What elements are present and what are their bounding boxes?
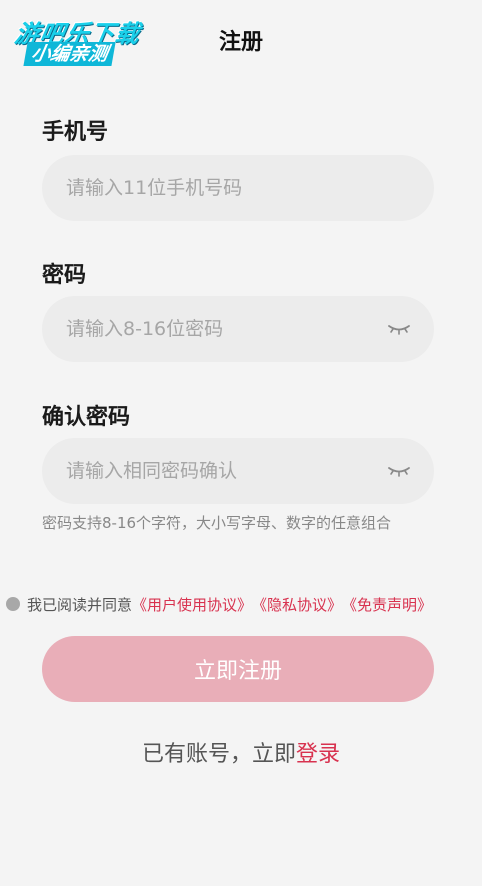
eye-closed-icon [388, 325, 410, 335]
password-visibility-toggle[interactable] [386, 318, 412, 340]
phone-input[interactable] [66, 155, 366, 221]
page-title: 注册 [218, 30, 263, 55]
password-label: 密码 [42, 263, 87, 288]
confirm-password-label: 确认密码 [42, 405, 131, 430]
user-agreement-link[interactable]: 《用户使用协议》 [132, 594, 252, 615]
phone-field[interactable] [42, 155, 434, 221]
header: 游吧乐下载 小编亲测 注册 [0, 0, 482, 80]
register-button[interactable]: 立即注册 [42, 636, 434, 702]
password-hint: 密码支持8-16个字符，大小写字母、数字的任意组合 [42, 514, 392, 532]
confirm-password-visibility-toggle[interactable] [386, 460, 412, 482]
password-field[interactable] [42, 296, 434, 362]
confirm-password-field[interactable] [42, 438, 434, 504]
password-input[interactable] [66, 296, 366, 362]
phone-label: 手机号 [42, 120, 109, 145]
confirm-password-input[interactable] [66, 438, 366, 504]
agreement-text: 我已阅读并同意 [27, 595, 133, 614]
eye-closed-icon [388, 467, 410, 477]
login-row: 已有账号，立即登录 [0, 736, 482, 768]
agreement-row: 我已阅读并同意 《用户使用协议》 《隐私协议》 《免责声明》 [6, 594, 432, 614]
login-link[interactable]: 登录 [296, 742, 340, 767]
disclaimer-link[interactable]: 《免责声明》 [342, 594, 432, 615]
agreement-radio[interactable] [6, 597, 20, 611]
login-prompt: 已有账号，立即 [141, 742, 296, 767]
privacy-link[interactable]: 《隐私协议》 [252, 594, 342, 615]
